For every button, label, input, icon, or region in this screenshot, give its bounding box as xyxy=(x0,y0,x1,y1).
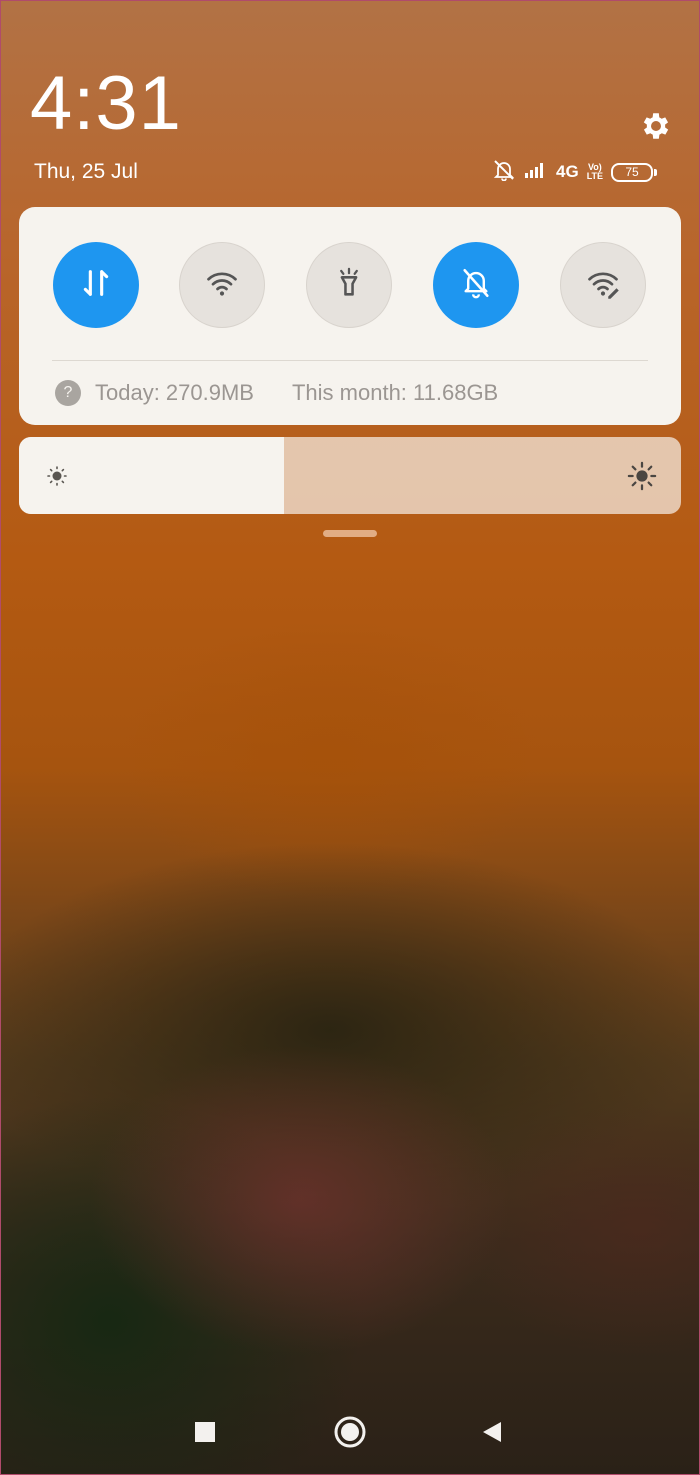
quick-settings-panel: ? Today: 270.9MB This month: 11.68GB xyxy=(19,207,681,425)
home-icon[interactable] xyxy=(330,1412,370,1452)
signal-icon xyxy=(524,160,548,185)
brightness-slider[interactable] xyxy=(19,437,681,514)
panel-drag-handle[interactable] xyxy=(323,530,377,537)
silent-toggle[interactable] xyxy=(433,242,519,328)
wifi-edit-icon xyxy=(585,265,621,306)
data-transfer-icon xyxy=(79,266,113,305)
hotspot-toggle[interactable] xyxy=(560,242,646,328)
clock-time[interactable]: 4:31 xyxy=(30,66,182,142)
recents-icon[interactable] xyxy=(185,1412,225,1452)
navigation-bar xyxy=(0,1400,700,1464)
help-icon[interactable]: ? xyxy=(55,380,81,406)
data-usage[interactable]: ? Today: 270.9MB This month: 11.68GB xyxy=(55,380,498,406)
brightness-low-icon xyxy=(45,464,69,493)
usage-today: Today: 270.9MB xyxy=(95,380,254,405)
brightness-high-icon xyxy=(627,461,657,496)
panel-divider xyxy=(52,360,648,361)
network-type: 4G xyxy=(556,162,579,181)
volte-indicator: Vo) LTE xyxy=(587,163,603,181)
bell-off-icon xyxy=(459,266,493,305)
battery-level: 75 xyxy=(625,165,639,179)
wifi-icon xyxy=(204,265,240,306)
date-label[interactable]: Thu, 25 Jul xyxy=(34,160,138,184)
usage-month: This month: 11.68GB xyxy=(291,380,499,405)
wifi-toggle[interactable] xyxy=(179,242,265,328)
flashlight-icon xyxy=(332,266,366,305)
battery-indicator: 75 xyxy=(611,162,658,182)
status-bar: 4G Vo) LTE 75 xyxy=(492,158,658,186)
back-icon[interactable] xyxy=(472,1412,512,1452)
gear-icon[interactable] xyxy=(638,108,674,144)
notifications-muted-icon xyxy=(492,159,516,186)
volte-bottom: LTE xyxy=(586,171,604,181)
mobile-data-toggle[interactable] xyxy=(53,242,139,328)
flashlight-toggle[interactable] xyxy=(306,242,392,328)
